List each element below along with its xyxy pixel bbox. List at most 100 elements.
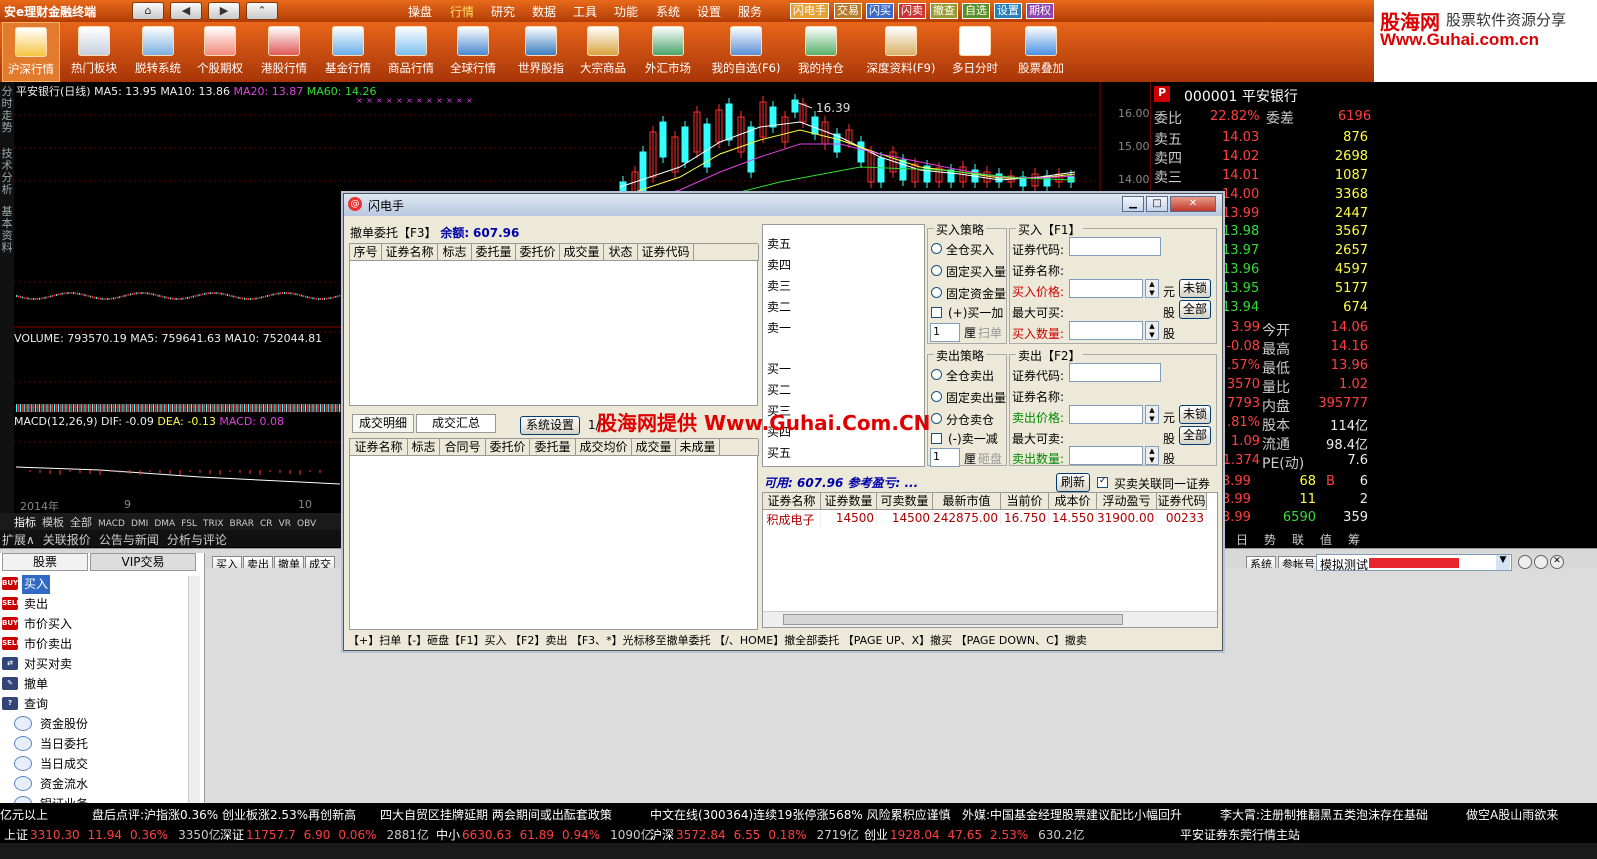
indicator-tab-6[interactable]: FSL bbox=[181, 519, 197, 529]
toolbar-2[interactable]: 脱转系统 bbox=[128, 22, 188, 82]
toolbar-14[interactable]: 多日分时 bbox=[946, 22, 1004, 82]
quick-button-3[interactable]: 闪卖 bbox=[898, 3, 926, 19]
deal-table[interactable]: 证券名称 标志 合同号 委托价 委托量 成交均价 成交量 未成量 bbox=[349, 438, 759, 630]
indicator-tab-4[interactable]: DMI bbox=[131, 519, 148, 529]
buy-qty-input[interactable] bbox=[1069, 321, 1143, 340]
sell-qty-input[interactable] bbox=[1069, 446, 1143, 465]
buy-qty-stepper[interactable]: ▲ ▼ bbox=[1145, 321, 1159, 340]
toolbar-13[interactable]: 深度资料(F9) bbox=[860, 22, 942, 82]
sell-strategy-radio-0[interactable] bbox=[931, 369, 942, 380]
buy-strategy-radio-2[interactable] bbox=[931, 287, 942, 298]
buy-strategy-radio-0[interactable] bbox=[931, 243, 942, 254]
position-cell-3[interactable]: 242875.00 bbox=[933, 511, 1001, 525]
sell-minus-input[interactable]: 1 bbox=[930, 448, 960, 467]
buy-strategy-radio-1[interactable] bbox=[931, 265, 942, 276]
trade-menu-item-4[interactable]: 对买对卖 bbox=[22, 655, 74, 674]
news-item-0[interactable]: 亿元以上 bbox=[0, 806, 48, 823]
quote-tab-3[interactable]: 值 bbox=[1320, 531, 1332, 548]
linked-checkbox[interactable]: ✓ bbox=[1097, 476, 1108, 488]
news-item-5[interactable]: 李大霄:注册制推翻黑五类泡沫存在基础 bbox=[1220, 806, 1428, 823]
quick-button-0[interactable]: 闪电手 bbox=[790, 3, 829, 19]
position-col-5[interactable]: 成本价 bbox=[1049, 493, 1097, 510]
buy-code-input[interactable] bbox=[1069, 237, 1161, 256]
tab-deal-summary[interactable]: 成交汇总 bbox=[416, 414, 496, 433]
toolbar-15[interactable]: 股票叠加 bbox=[1010, 22, 1072, 82]
trade-menu-item-6[interactable]: 查询 bbox=[22, 695, 50, 714]
cancel-col-3[interactable]: 委托量 bbox=[472, 244, 516, 261]
bottom-tab-1[interactable]: 关联报价 bbox=[43, 533, 91, 547]
index-4[interactable]: 创业 1928.04 47.65 2.53% 630.2亿 bbox=[864, 826, 1084, 843]
buy-all-button[interactable]: 全部 bbox=[1179, 300, 1211, 319]
position-col-1[interactable]: 证券数量 bbox=[821, 493, 877, 510]
position-col-7[interactable]: 证券代码 bbox=[1157, 493, 1207, 510]
home-button[interactable]: ⌂ bbox=[132, 2, 164, 20]
sell-qty-stepper[interactable]: ▲ ▼ bbox=[1145, 446, 1159, 465]
news-ticker[interactable]: 亿元以上 盘后点评:沪指涨0.36% 创业板涨2.53%再创新高 四大自贸区挂牌延期… bbox=[0, 803, 1597, 823]
cancel-col-5[interactable]: 成交量 bbox=[560, 244, 604, 261]
deal-col-3[interactable]: 委托价 bbox=[486, 439, 530, 456]
news-item-1[interactable]: 盘后点评:沪指涨0.36% 创业板涨2.53%再创新高 bbox=[92, 806, 356, 823]
sell-price-input[interactable] bbox=[1069, 405, 1143, 424]
toolbar-12[interactable]: 我的持仓 bbox=[790, 22, 852, 82]
buy-price-input[interactable] bbox=[1069, 279, 1143, 298]
quick-button-4[interactable]: 撤查 bbox=[930, 3, 958, 19]
buy-plus-input[interactable]: 1 bbox=[930, 323, 960, 342]
deal-col-7[interactable]: 未成量 bbox=[676, 439, 720, 456]
toolbar-1[interactable]: 热门板块 bbox=[64, 22, 124, 82]
sell-price-stepper[interactable]: ▲ ▼ bbox=[1145, 405, 1159, 424]
toolbar-4[interactable]: 港股行情 bbox=[253, 22, 315, 82]
tab-deal-detail[interactable]: 成交明细 bbox=[352, 414, 414, 433]
position-table[interactable]: 证券名称 证券数量 可卖数量 最新市值 当前价 成本价 浮动盈亏 证券代码 积成电子 14500 1… bbox=[762, 492, 1218, 628]
position-cell-6[interactable]: 31900.00 bbox=[1097, 511, 1157, 525]
indicator-tab-10[interactable]: VR bbox=[279, 519, 291, 529]
menu-4[interactable]: 工具 bbox=[573, 3, 597, 20]
forward-button[interactable]: ▶ bbox=[208, 2, 240, 20]
trade-sub-item-1[interactable]: 当日委托 bbox=[40, 735, 88, 754]
sell-strategy-radio-2[interactable] bbox=[931, 413, 942, 424]
position-cell-5[interactable]: 14.550 bbox=[1049, 511, 1097, 525]
sell-strategy-radio-1[interactable] bbox=[931, 391, 942, 402]
toolbar-5[interactable]: 基金行情 bbox=[318, 22, 378, 82]
tab-technical[interactable]: 技术分析 bbox=[1, 148, 13, 196]
position-col-0[interactable]: 证券名称 bbox=[763, 493, 821, 510]
tab-fundamentals[interactable]: 基本资料 bbox=[1, 206, 13, 254]
deal-col-6[interactable]: 成交量 bbox=[632, 439, 676, 456]
quick-button-2[interactable]: 闪买 bbox=[866, 3, 894, 19]
bottom-tab-3[interactable]: 分析与评论 bbox=[167, 533, 227, 547]
menu-6[interactable]: 系统 bbox=[656, 3, 680, 20]
bottom-tab-0[interactable]: 扩展∧ bbox=[2, 533, 35, 547]
close-icon[interactable]: ✕ bbox=[1550, 555, 1564, 569]
menu-0[interactable]: 操盘 bbox=[408, 3, 432, 20]
trade-menu-item-5[interactable]: 撤单 bbox=[22, 675, 50, 694]
indicator-tab-9[interactable]: CR bbox=[260, 519, 273, 529]
indicator-tab-3[interactable]: MACD bbox=[98, 519, 125, 529]
chevron-down-icon[interactable]: ▼ bbox=[1496, 555, 1510, 570]
menu-1[interactable]: 行情 bbox=[450, 3, 474, 20]
deal-col-1[interactable]: 标志 bbox=[408, 439, 440, 456]
back-button[interactable]: ◀ bbox=[170, 2, 202, 20]
quick-button-6[interactable]: 设置 bbox=[994, 3, 1022, 19]
position-cell-0[interactable]: 积成电子 bbox=[763, 511, 821, 528]
indicator-tab-0[interactable]: 指标 bbox=[14, 516, 36, 529]
index-0[interactable]: 上证 3310.30 11.94 0.36% 3350亿 bbox=[4, 826, 221, 843]
toolbar-10[interactable]: 外汇市场 bbox=[637, 22, 699, 82]
cancel-col-2[interactable]: 标志 bbox=[438, 244, 472, 261]
menu-8[interactable]: 服务 bbox=[738, 3, 762, 20]
quick-button-5[interactable]: 自选 bbox=[962, 3, 990, 19]
tab-vip[interactable]: VIP交易 bbox=[90, 553, 196, 571]
cancel-col-6[interactable]: 状态 bbox=[604, 244, 638, 261]
deal-col-2[interactable]: 合同号 bbox=[440, 439, 486, 456]
sell-minus-checkbox[interactable] bbox=[931, 433, 942, 444]
indicator-tab-2[interactable]: 全部 bbox=[70, 516, 92, 529]
indicator-tab-5[interactable]: DMA bbox=[154, 519, 175, 529]
quick-button-1[interactable]: 交易 bbox=[834, 3, 862, 19]
trade-menu-item-1[interactable]: 卖出 bbox=[22, 595, 50, 614]
news-item-3[interactable]: 中文在线(300364)连续19张停涨568% 风险累积应谨慎 bbox=[650, 806, 951, 823]
menu-2[interactable]: 研究 bbox=[491, 3, 515, 20]
position-cell-7[interactable]: 00233 bbox=[1157, 511, 1207, 525]
sell-unlock-button[interactable]: 未锁 bbox=[1179, 405, 1211, 424]
trade-menu-item-3[interactable]: 市价卖出 bbox=[22, 635, 74, 654]
account-select[interactable]: 模拟测试 ▼ bbox=[1316, 554, 1512, 572]
quote-tab-0[interactable]: 日 bbox=[1236, 531, 1248, 548]
cancel-col-7[interactable]: 证券代码 bbox=[638, 244, 694, 261]
